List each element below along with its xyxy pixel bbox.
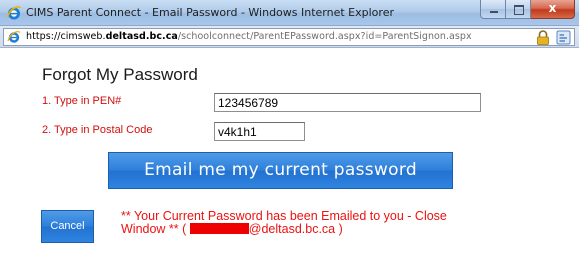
url-domain: deltasd.bc.ca xyxy=(105,31,178,42)
title-bar[interactable]: CIMS Parent Connect - Email Password - W… xyxy=(0,0,579,26)
email-password-button[interactable]: Email me my current password xyxy=(108,152,453,189)
postal-code-input[interactable] xyxy=(214,122,305,141)
close-icon: x xyxy=(548,1,557,15)
url-path: /schoolconnect/ParentEPassword.aspx?id=P… xyxy=(177,31,472,42)
ie-icon xyxy=(6,6,22,20)
pen-input[interactable] xyxy=(214,93,481,112)
url-prefix: https://cimsweb. xyxy=(26,31,106,42)
minimize-button[interactable] xyxy=(480,0,506,19)
maximize-button[interactable] xyxy=(506,0,531,19)
cancel-button[interactable]: Cancel xyxy=(41,210,94,243)
postal-code-label: 2. Type in Postal Code xyxy=(42,124,153,136)
status-message-line2: Window ** ( @deltasd.bc.ca ) xyxy=(121,223,541,236)
url-field[interactable]: https://cimsweb.deltasd.bc.ca/schoolconn… xyxy=(3,28,575,46)
status-message-prefix: Window ** ( xyxy=(121,222,190,236)
redacted-email-block xyxy=(189,223,249,234)
url-text: https://cimsweb.deltasd.bc.ca/schoolconn… xyxy=(26,31,472,42)
window-controls: x xyxy=(480,0,575,20)
compatibility-view-icon[interactable] xyxy=(556,30,571,45)
status-message: ** Your Current Password has been Emaile… xyxy=(121,210,541,236)
page-title: Forgot My Password xyxy=(42,65,198,84)
status-message-suffix: @deltasd.bc.ca ) xyxy=(248,222,343,236)
lock-icon[interactable] xyxy=(536,30,550,45)
address-bar: https://cimsweb.deltasd.bc.ca/schoolconn… xyxy=(0,26,579,48)
ie-page-icon xyxy=(7,31,21,43)
window-title: CIMS Parent Connect - Email Password - W… xyxy=(26,6,394,19)
pen-label: 1. Type in PEN# xyxy=(42,95,122,107)
close-window-button[interactable]: x xyxy=(531,0,575,19)
